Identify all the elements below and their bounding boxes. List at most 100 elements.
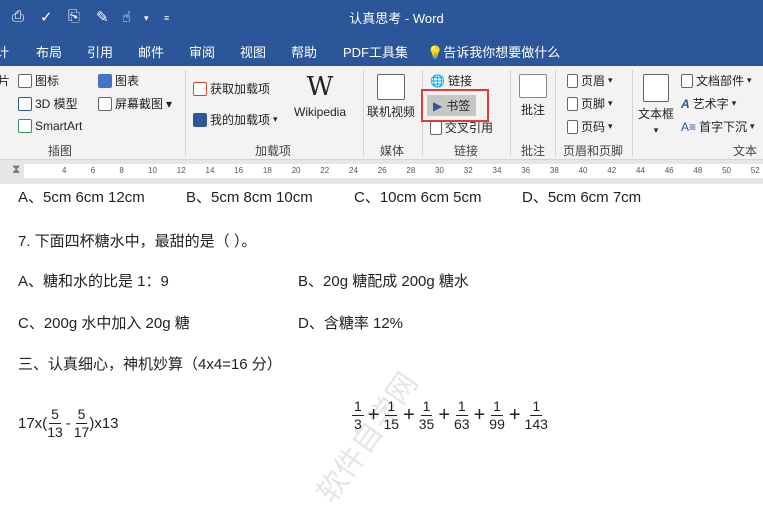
numerator: 1	[530, 398, 543, 416]
group-label-addins: 加载项	[255, 144, 292, 158]
denominator: 15	[383, 416, 400, 432]
ruler-tick-label: 14	[205, 166, 215, 175]
plus-sign: +	[367, 404, 380, 426]
watermark: 软件自学网	[311, 367, 425, 509]
option-c: C、200g 水中加入 20g 糖	[18, 315, 190, 332]
fraction: 1 99	[489, 398, 505, 433]
indent-marker-icon[interactable]: ⧗	[12, 162, 20, 177]
link-icon: 🌐	[430, 73, 445, 88]
ribbon-tabs: 计 布局 引用 邮件 审阅 视图 帮助 PDF工具集 💡告诉我你想要做什么	[0, 34, 763, 66]
ruler-tick-label: 20	[291, 166, 301, 175]
fraction: 5 13	[47, 406, 63, 440]
screenshot-icon	[98, 96, 112, 111]
my-addins-button[interactable]: 我的加载项 ▾	[193, 111, 278, 128]
tab-references[interactable]: 引用	[87, 42, 113, 61]
wordart-icon: A	[681, 96, 690, 111]
quick-parts-icon	[681, 73, 693, 88]
ruler-tick-label: 28	[406, 166, 416, 175]
denominator: 143	[524, 416, 548, 432]
lightbulb-icon: 💡	[427, 45, 444, 60]
tab-help[interactable]: 帮助	[291, 42, 317, 61]
title-bar: ⎙ ✓ ⎘ ✎ ☝ ▾ ≡ 认真思考 - Word	[0, 0, 763, 34]
divider	[185, 70, 186, 156]
tell-me-label: 告诉我你想要做什么	[443, 45, 561, 60]
divider	[555, 70, 556, 156]
expression-1: 17x( 5 13 - 5 17 )x13	[18, 406, 119, 440]
tab-pdf-tools[interactable]: PDF工具集	[343, 42, 408, 61]
page-number-button[interactable]: 页码 ▾	[567, 118, 613, 135]
ruler-tick-label: 50	[722, 166, 731, 175]
group-label-comments: 批注	[521, 144, 546, 158]
text-box-button[interactable]: 文本框 ▾	[638, 74, 674, 136]
wordart-button[interactable]: A 艺术字 ▾	[681, 95, 736, 112]
chart-icon	[98, 73, 112, 88]
ruler-scale: 4 6 8 10 12 14 16 18 20 22 24 26 28 30 32 34 36 38 40 42 44 4…	[24, 164, 763, 178]
plus-sign: +	[438, 404, 451, 426]
smartart-button[interactable]: SmartArt	[18, 119, 82, 133]
tab-layout[interactable]: 布局	[36, 42, 62, 61]
ruler-tick-label: 22	[320, 166, 330, 175]
divider	[632, 70, 633, 156]
plus-sign: +	[473, 404, 486, 426]
options-line: A、5cm 6cm 12cm B、5cm 8cm 10cm C、10cm 6cm…	[18, 189, 642, 206]
text-box-icon	[643, 74, 669, 102]
option-a: A、糖和水的比是 1：9	[18, 273, 169, 290]
online-video-button[interactable]: 联机视频	[367, 74, 415, 120]
numerator: 1	[491, 398, 503, 416]
ruler-tick-label: 40	[578, 166, 588, 175]
footer-button[interactable]: 页脚 ▾	[567, 95, 613, 112]
horizontal-ruler[interactable]: ⧗ 4 6 8 10 12 14 16 18 20 22 24 26 28 30 32 34 36 38 40 42 4…	[0, 160, 763, 184]
footer-icon	[567, 96, 578, 111]
denominator: 3	[354, 416, 362, 432]
cross-reference-button[interactable]: 交叉引用	[430, 119, 493, 136]
fraction: 1 143	[525, 398, 548, 433]
divider	[510, 70, 511, 156]
bookmark-highlight: ▶ 书签	[421, 89, 489, 122]
link-button[interactable]: 🌐 链接	[430, 72, 472, 89]
tab-view[interactable]: 视图	[240, 42, 266, 61]
tell-me-search[interactable]: 💡告诉我你想要做什么	[427, 42, 560, 61]
quick-parts-button[interactable]: 文档部件 ▾	[681, 72, 752, 89]
tab-design[interactable]: 计	[0, 42, 9, 61]
fraction: 1 63	[454, 398, 470, 433]
ruler-tick-label: 4	[62, 166, 67, 175]
wikipedia-button[interactable]: W Wikipedia	[294, 72, 346, 119]
icons-button[interactable]: 图标	[18, 72, 59, 89]
ribbon: 片 图标 3D 模型 SmartArt 图表 屏幕截图 ▾ 插图 获取加载项 我的…	[0, 66, 763, 160]
3d-model-icon	[18, 96, 32, 111]
numerator: 1	[420, 398, 433, 416]
ruler-tick-label: 32	[463, 166, 473, 175]
smartart-icon	[18, 119, 32, 133]
ruler-tick-label: 34	[492, 166, 502, 175]
drop-cap-icon: A≡	[681, 119, 697, 134]
icons-icon	[18, 73, 32, 88]
expression-2: 1 3 +1 15 +1 35 +1 63 +1 99 +1 143	[352, 398, 548, 433]
option-d: D、含糖率 12%	[298, 315, 404, 332]
pictures-button[interactable]: 片	[0, 72, 10, 89]
numerator: 1	[385, 398, 398, 416]
online-video-icon	[377, 74, 405, 100]
document-page[interactable]: 软件自学网 A、5cm 6cm 12cm B、5cm 8cm 10cm C、10…	[0, 184, 763, 509]
bookmark-button[interactable]: ▶ 书签	[427, 95, 477, 116]
ruler-tick-label: 30	[435, 166, 444, 175]
3d-model-button[interactable]: 3D 模型	[18, 95, 78, 112]
get-addins-button[interactable]: 获取加载项	[193, 80, 270, 97]
chart-button[interactable]: 图表	[98, 72, 139, 89]
ruler-tick-label: 8	[119, 166, 124, 175]
denominator: 63	[454, 416, 470, 432]
screenshot-button[interactable]: 屏幕截图 ▾	[98, 95, 172, 112]
numerator: 1	[455, 398, 468, 416]
cross-reference-icon	[430, 120, 442, 135]
comment-button[interactable]: 批注	[519, 74, 547, 118]
group-label-links: 链接	[454, 144, 479, 158]
ruler-tick-label: 42	[607, 166, 617, 175]
addins-icon	[193, 112, 207, 127]
tab-review[interactable]: 审阅	[189, 42, 215, 61]
divider	[363, 70, 364, 156]
drop-cap-button[interactable]: A≡ 首字下沉 ▾	[681, 118, 755, 135]
tab-mailings[interactable]: 邮件	[138, 42, 164, 61]
fraction: 1 35	[419, 398, 435, 433]
denominator: 99	[489, 416, 505, 432]
header-button[interactable]: 页眉 ▾	[567, 72, 613, 89]
ruler-tick-label: 46	[664, 166, 674, 175]
